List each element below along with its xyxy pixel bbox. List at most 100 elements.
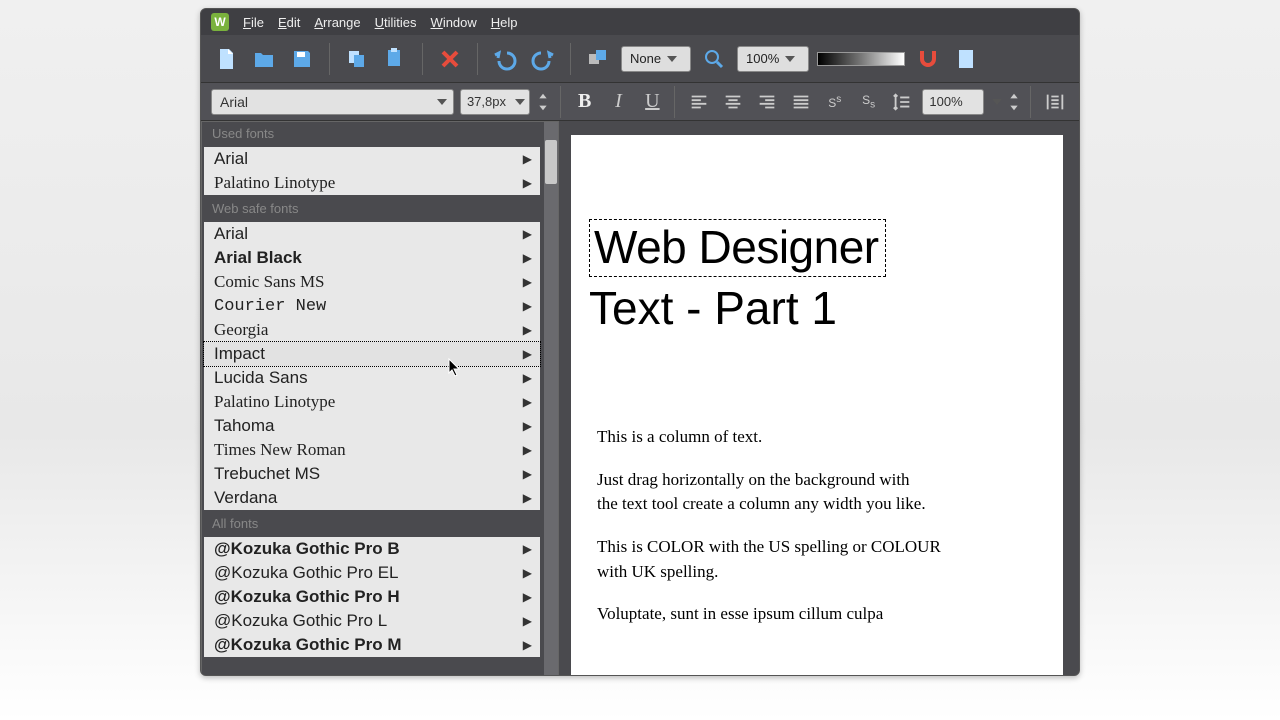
body-paragraph: Just drag horizontally on the background… bbox=[597, 468, 967, 517]
page-icon[interactable] bbox=[951, 44, 981, 74]
font-option[interactable]: @Kozuka Gothic Pro M▶ bbox=[204, 633, 540, 657]
group-icon[interactable] bbox=[583, 44, 613, 74]
font-option-label: Impact bbox=[214, 344, 265, 364]
menu-window[interactable]: Window bbox=[431, 15, 477, 30]
chevron-right-icon: ▶ bbox=[523, 395, 532, 409]
align-center-icon[interactable] bbox=[719, 88, 747, 116]
paste-icon[interactable] bbox=[380, 44, 410, 74]
snap-value: None bbox=[630, 51, 661, 66]
cursor-icon bbox=[448, 358, 462, 378]
align-justify-icon[interactable] bbox=[787, 88, 815, 116]
chevron-right-icon: ▶ bbox=[523, 251, 532, 265]
copy-icon[interactable] bbox=[342, 44, 372, 74]
zoom-tool-icon[interactable] bbox=[699, 44, 729, 74]
font-option-label: Palatino Linotype bbox=[214, 392, 335, 412]
magnet-icon[interactable] bbox=[913, 44, 943, 74]
font-option[interactable]: Lucida Sans▶ bbox=[204, 366, 540, 390]
bold-button[interactable]: B bbox=[571, 88, 599, 116]
chevron-right-icon: ▶ bbox=[523, 419, 532, 433]
chevron-right-icon: ▶ bbox=[523, 275, 532, 289]
chevron-right-icon: ▶ bbox=[523, 323, 532, 337]
chevron-right-icon: ▶ bbox=[523, 467, 532, 481]
font-section-header: All fonts bbox=[202, 512, 558, 535]
delete-icon[interactable] bbox=[435, 44, 465, 74]
align-right-icon[interactable] bbox=[753, 88, 781, 116]
redo-icon[interactable] bbox=[528, 44, 558, 74]
font-option[interactable]: @Kozuka Gothic Pro EL▶ bbox=[204, 561, 540, 585]
main-toolbar: None 100% bbox=[201, 35, 1079, 83]
font-option[interactable]: Palatino Linotype ▶ bbox=[204, 390, 540, 414]
save-icon[interactable] bbox=[287, 44, 317, 74]
scrollbar-thumb[interactable] bbox=[545, 140, 557, 184]
line-spacing-combo[interactable]: 100% bbox=[922, 89, 984, 115]
font-option-label: Verdana bbox=[214, 488, 277, 508]
font-option[interactable]: Palatino Linotype▶ bbox=[204, 171, 540, 195]
size-stepper-icon[interactable] bbox=[536, 88, 550, 116]
chevron-right-icon: ▶ bbox=[523, 590, 532, 604]
chevron-down-icon bbox=[785, 56, 795, 62]
headline-text[interactable]: Web Designer bbox=[589, 219, 886, 277]
font-option-label: Tahoma bbox=[214, 416, 274, 436]
font-option-label: Courier New bbox=[214, 297, 326, 316]
font-option-label: @Kozuka Gothic Pro L bbox=[214, 611, 387, 631]
font-option[interactable]: Arial Black▶ bbox=[204, 246, 540, 270]
subheading-text[interactable]: Text - Part 1 bbox=[589, 281, 837, 335]
font-dropdown-panel: Used fontsArial▶Palatino Linotype▶Web sa… bbox=[201, 121, 559, 676]
font-option[interactable]: Verdana▶ bbox=[204, 486, 540, 510]
line-spacing-icon[interactable] bbox=[889, 88, 917, 116]
body-text-column[interactable]: This is a column of text. Just drag hori… bbox=[597, 425, 967, 645]
font-option[interactable]: Comic Sans MS ▶ bbox=[204, 270, 540, 294]
font-option[interactable]: Tahoma ▶ bbox=[204, 414, 540, 438]
font-option[interactable]: Arial▶ bbox=[204, 222, 540, 246]
font-size-combo[interactable]: 37,8px bbox=[460, 89, 530, 115]
menu-help[interactable]: Help bbox=[491, 15, 518, 30]
body-paragraph: This is a column of text. bbox=[597, 425, 967, 450]
zoom-combo[interactable]: 100% bbox=[737, 46, 809, 72]
body-paragraph: This is COLOR with the US spelling or CO… bbox=[597, 535, 967, 584]
font-option[interactable]: @Kozuka Gothic Pro B ▶ bbox=[204, 537, 540, 561]
document-canvas[interactable]: Web Designer Text - Part 1 This is a col… bbox=[571, 135, 1063, 676]
italic-button[interactable]: I bbox=[605, 88, 633, 116]
chevron-right-icon: ▶ bbox=[523, 299, 532, 313]
font-option[interactable]: Georgia ▶ bbox=[204, 318, 540, 342]
font-option[interactable]: Times New Roman▶ bbox=[204, 438, 540, 462]
snap-combo[interactable]: None bbox=[621, 46, 691, 72]
align-left-icon[interactable] bbox=[685, 88, 713, 116]
app-window: W File Edit Arrange Utilities Window Hel… bbox=[200, 8, 1080, 676]
font-option[interactable]: Trebuchet MS▶ bbox=[204, 462, 540, 486]
tracking-icon[interactable] bbox=[1041, 88, 1069, 116]
chevron-down-icon bbox=[992, 99, 1002, 105]
spacing-stepper-icon[interactable] bbox=[1008, 88, 1020, 116]
open-folder-icon[interactable] bbox=[249, 44, 279, 74]
font-option[interactable]: @Kozuka Gothic Pro L ▶ bbox=[204, 609, 540, 633]
font-option-label: @Kozuka Gothic Pro B bbox=[214, 539, 400, 559]
chevron-down-icon bbox=[437, 99, 447, 105]
zoom-value: 100% bbox=[746, 51, 779, 66]
menu-file[interactable]: File bbox=[243, 15, 264, 30]
font-option[interactable]: @Kozuka Gothic Pro H ▶ bbox=[204, 585, 540, 609]
subscript-icon[interactable]: Ss bbox=[855, 88, 883, 116]
dropdown-scrollbar[interactable] bbox=[544, 122, 558, 676]
font-option-label: Lucida Sans bbox=[214, 368, 308, 388]
menu-arrange[interactable]: Arrange bbox=[314, 15, 360, 30]
new-file-icon[interactable] bbox=[211, 44, 241, 74]
menu-edit[interactable]: Edit bbox=[278, 15, 300, 30]
chevron-right-icon: ▶ bbox=[523, 614, 532, 628]
underline-button[interactable]: U bbox=[638, 88, 666, 116]
font-option[interactable]: Impact▶ bbox=[204, 342, 540, 366]
menu-utilities[interactable]: Utilities bbox=[375, 15, 417, 30]
chevron-right-icon: ▶ bbox=[523, 542, 532, 556]
font-option-label: Comic Sans MS bbox=[214, 272, 325, 292]
menubar: W File Edit Arrange Utilities Window Hel… bbox=[201, 9, 1079, 35]
font-option-label: @Kozuka Gothic Pro EL bbox=[214, 563, 399, 583]
font-family-combo[interactable]: Arial bbox=[211, 89, 454, 115]
quality-slider[interactable] bbox=[817, 52, 905, 66]
font-option[interactable]: Courier New ▶ bbox=[204, 294, 540, 318]
font-option[interactable]: Arial▶ bbox=[204, 147, 540, 171]
app-logo-icon: W bbox=[211, 13, 229, 31]
superscript-icon[interactable]: Ss bbox=[821, 88, 849, 116]
font-option-label: Georgia bbox=[214, 320, 268, 340]
chevron-right-icon: ▶ bbox=[523, 152, 532, 166]
font-option-label: @Kozuka Gothic Pro H bbox=[214, 587, 400, 607]
undo-icon[interactable] bbox=[490, 44, 520, 74]
